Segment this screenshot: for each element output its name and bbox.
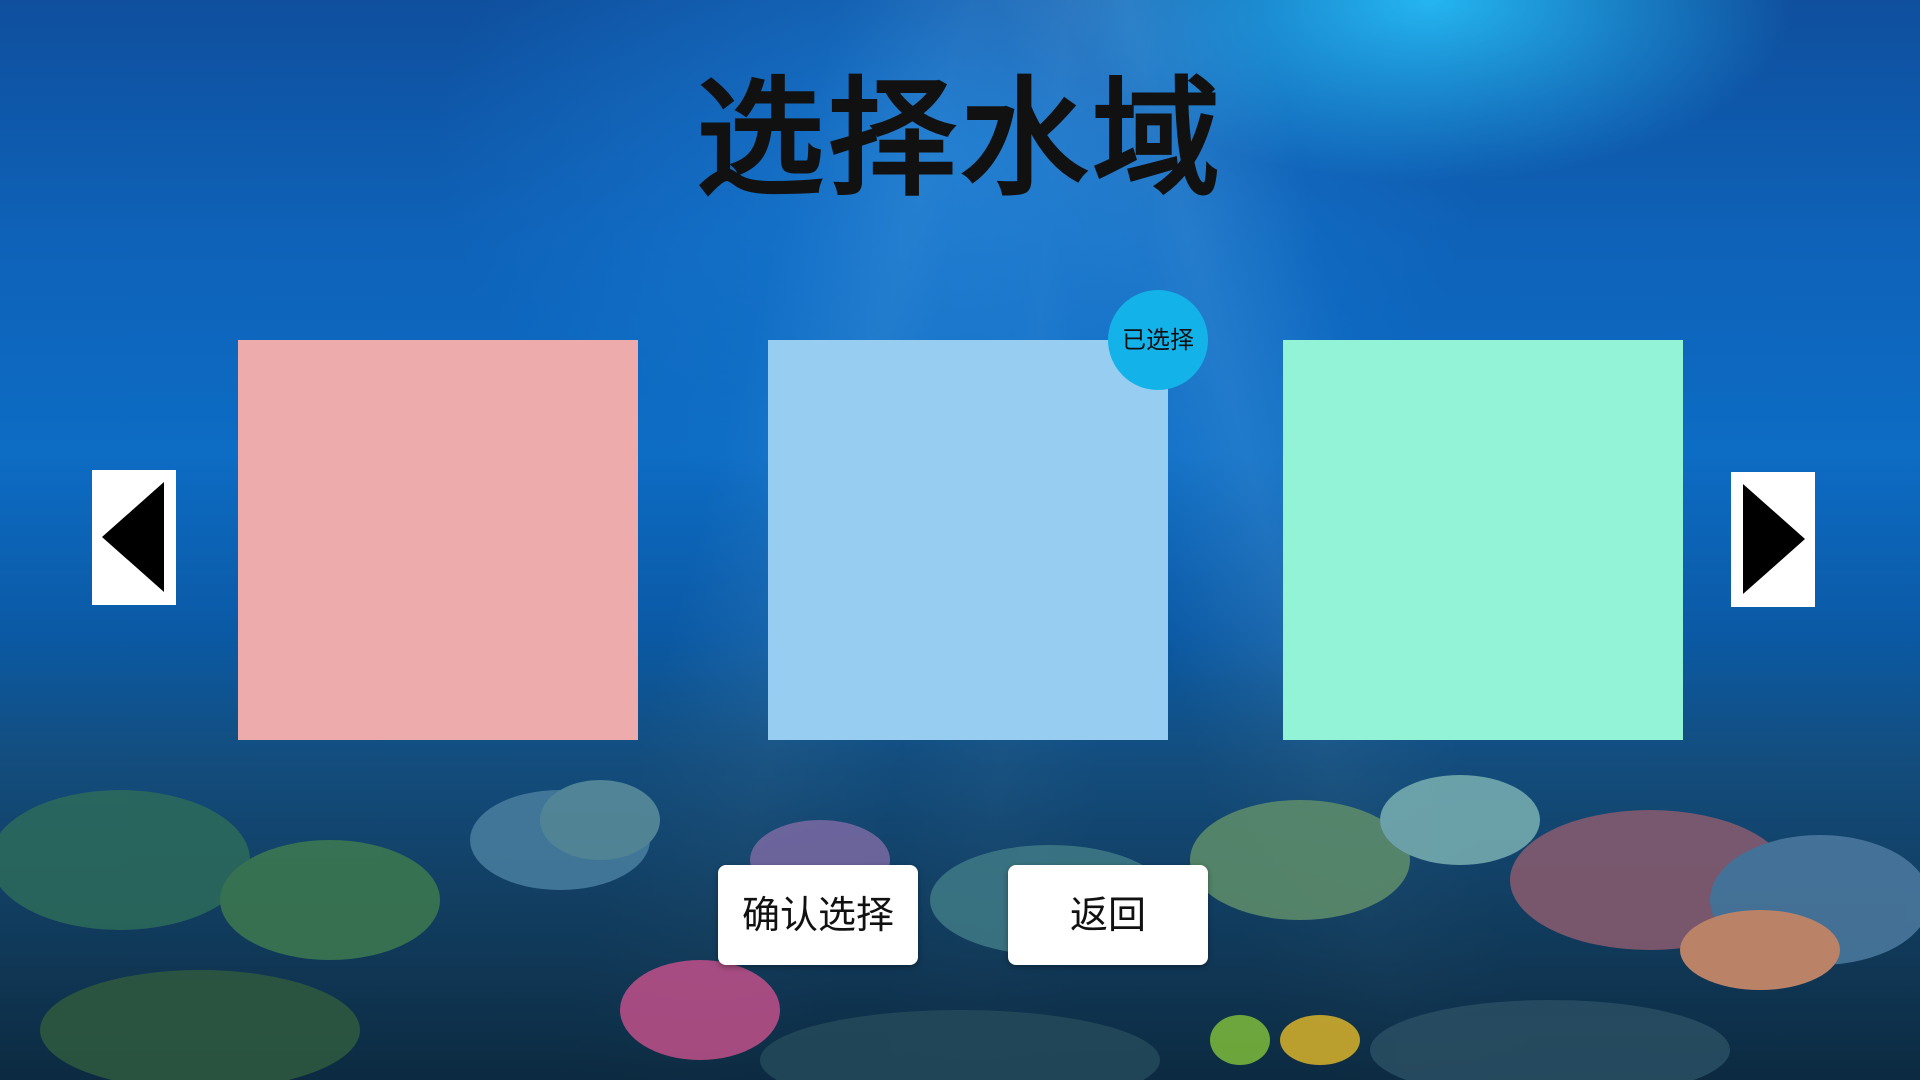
water-option-card[interactable] <box>1283 340 1683 740</box>
previous-button[interactable] <box>92 470 176 605</box>
triangle-right-icon <box>1743 484 1805 594</box>
back-button[interactable]: 返回 <box>1008 865 1208 965</box>
selected-badge: 已选择 <box>1108 290 1208 390</box>
water-option-card-selected[interactable] <box>768 340 1168 740</box>
confirm-selection-button[interactable]: 确认选择 <box>718 865 918 965</box>
triangle-left-icon <box>102 482 164 592</box>
next-button[interactable] <box>1731 472 1815 607</box>
water-option-card[interactable] <box>238 340 638 740</box>
page-title: 选择水域 <box>695 65 1224 214</box>
